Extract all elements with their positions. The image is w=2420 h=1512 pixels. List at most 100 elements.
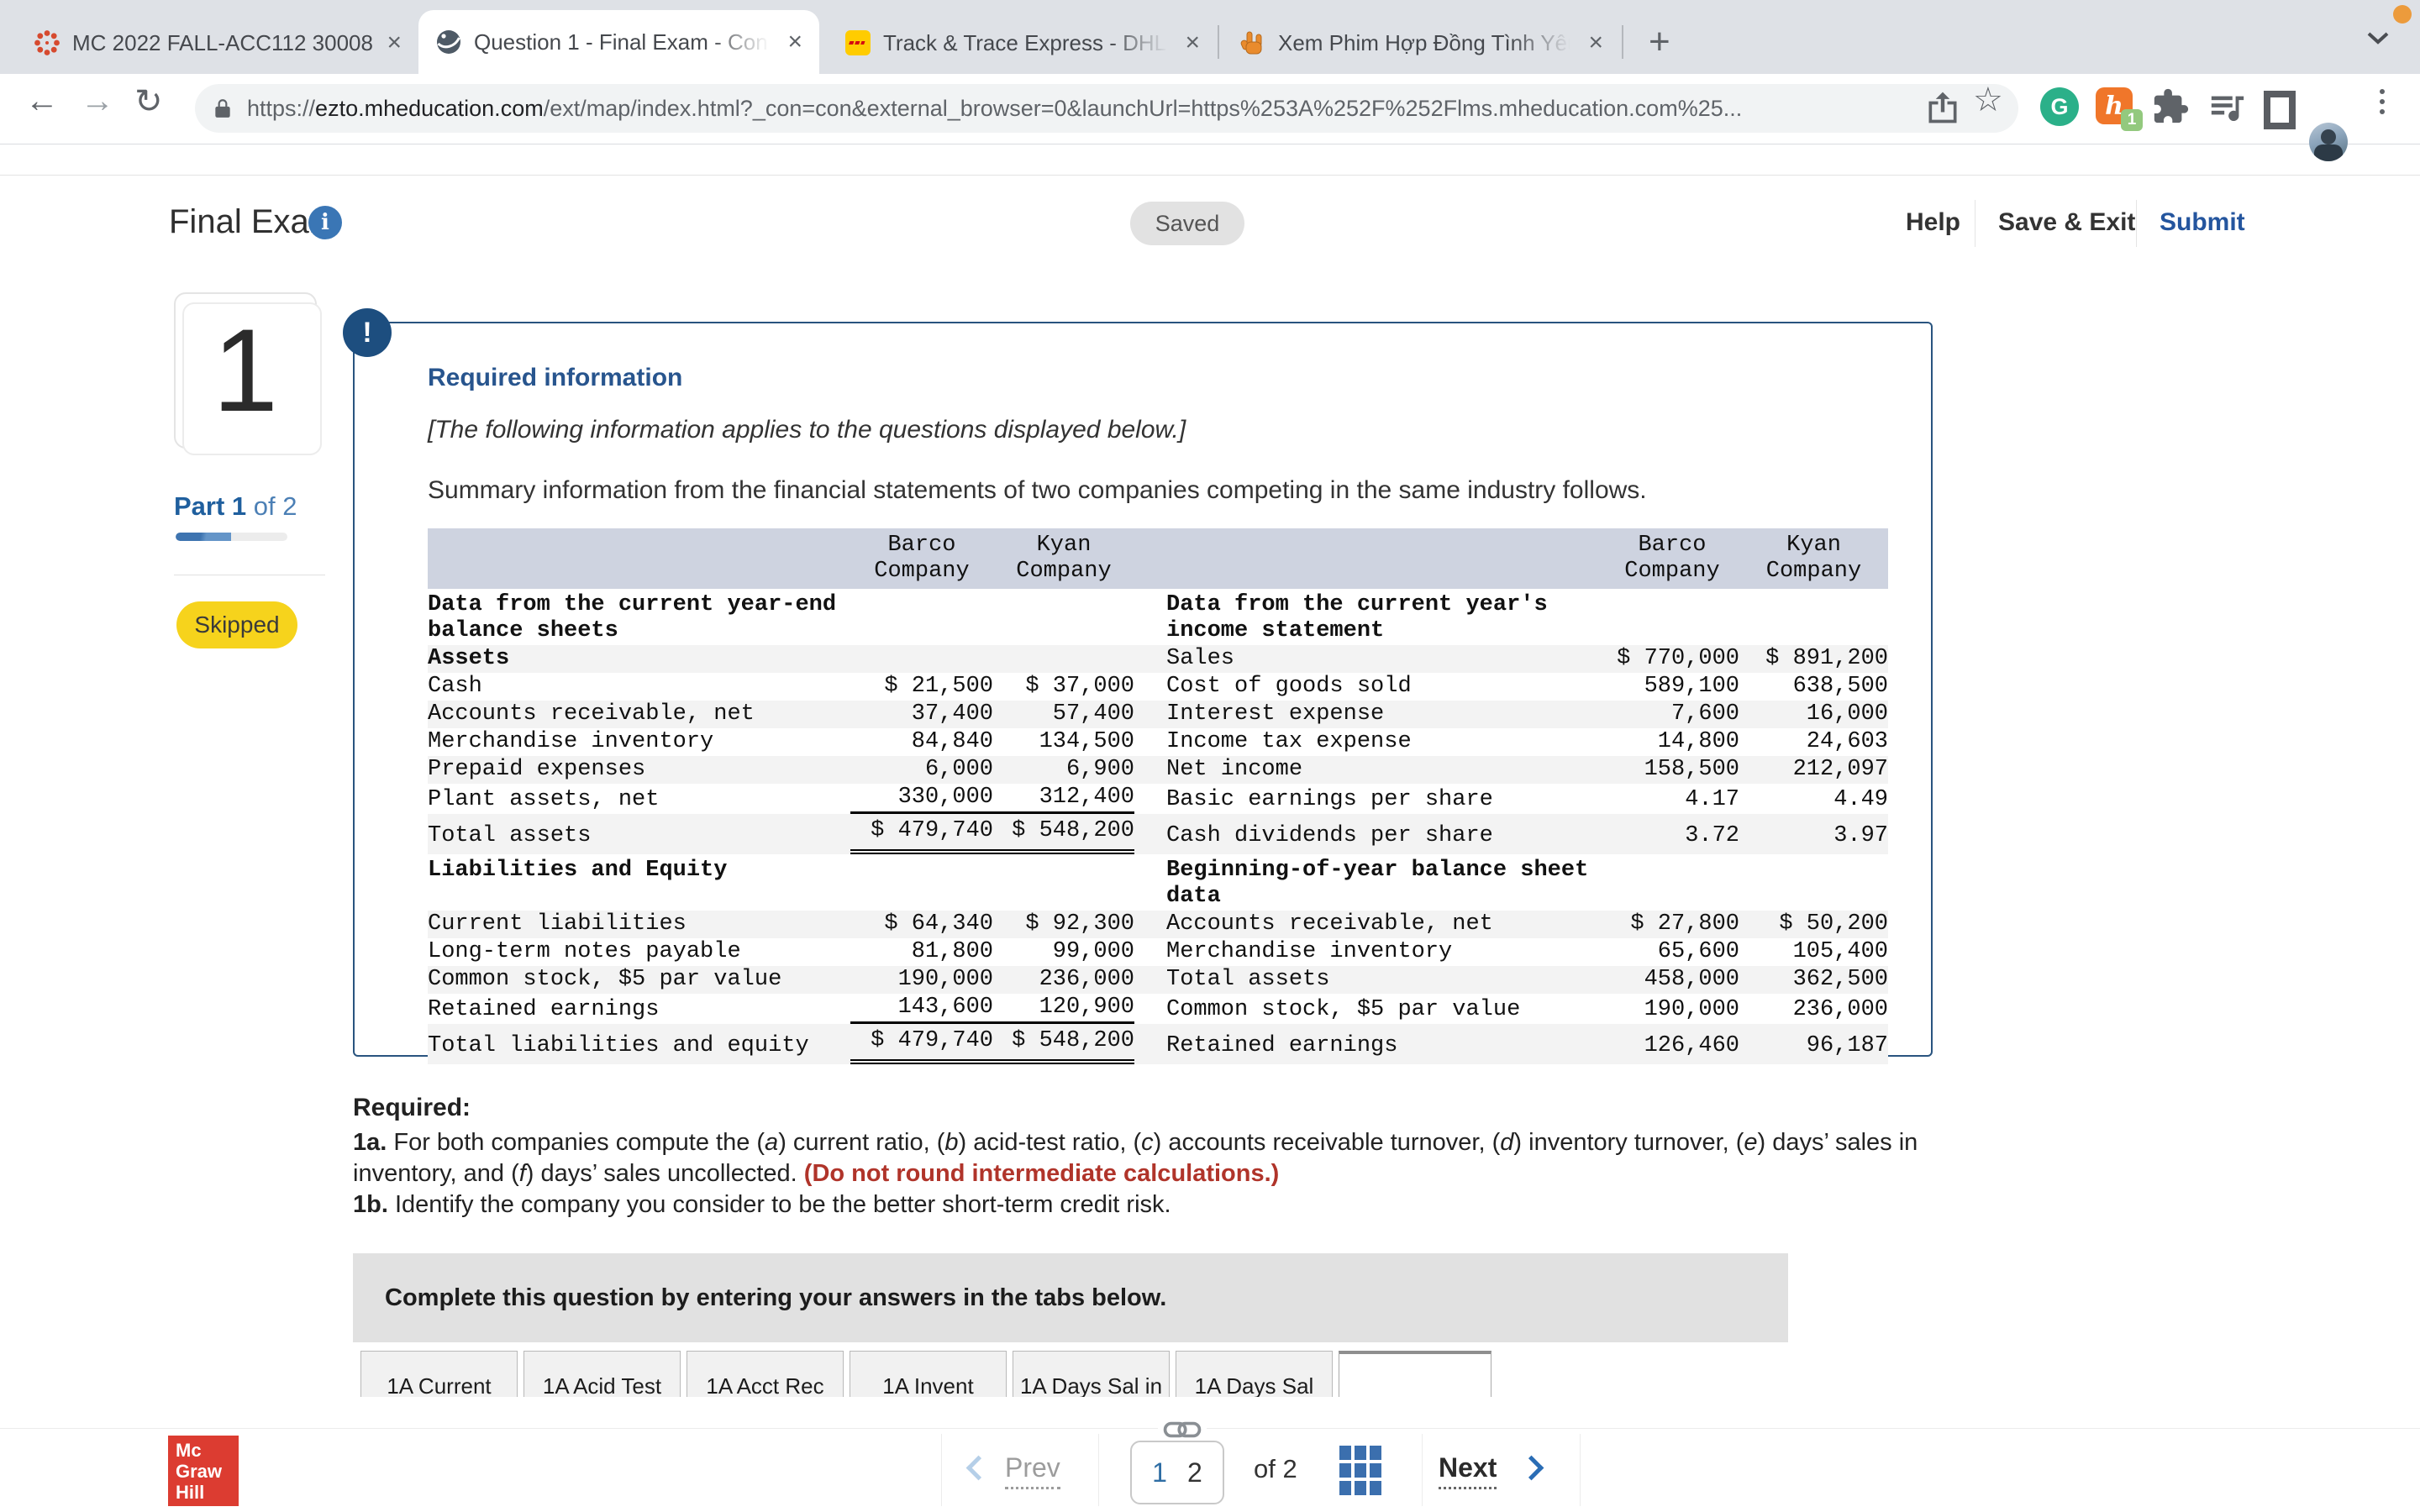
tab-title: Xem Phim Hợp Đồng Tình Yêu <box>1278 30 1576 56</box>
table-row: Common stock, $5 par value 190,000 236,0… <box>428 966 1888 994</box>
kyan-value: $ 92,300 <box>993 911 1134 938</box>
barco-value: 330,000 <box>850 784 993 814</box>
kyan-value: $ 548,200 <box>993 1024 1134 1064</box>
column-header: BarcoCompany <box>850 532 993 585</box>
row-label-left: Data from the current year-end balance s… <box>428 591 850 645</box>
save-and-exit-button[interactable]: Save & Exit <box>1998 208 2135 237</box>
kyan-value: 362,500 <box>1739 966 1888 994</box>
close-tab-icon[interactable]: × <box>1588 30 1603 55</box>
browser-tab-canvas[interactable]: MC 2022 FALL-ACC112 30008 × <box>17 12 418 74</box>
barco-value <box>1605 857 1739 858</box>
page-selector[interactable]: 1 2 <box>1130 1441 1224 1504</box>
answer-tab[interactable]: 1A Current <box>360 1351 518 1397</box>
playlist-extension-icon[interactable] <box>2208 91 2247 124</box>
kyan-value: 638,500 <box>1739 673 1888 701</box>
page-divider <box>0 175 2420 176</box>
close-tab-icon[interactable]: × <box>1185 30 1200 55</box>
kyan-value: $ 548,200 <box>993 814 1134 854</box>
row-label-left: Prepaid expenses <box>428 756 850 784</box>
row-label-right: Accounts receivable, net <box>1134 911 1605 938</box>
answer-tab-bar: 1A Current1A Acid Test1A Acct Rec1A Inve… <box>360 1351 1957 1397</box>
kyan-value: 120,900 <box>993 994 1134 1024</box>
bookmark-star-icon[interactable]: ☆ <box>1973 81 2003 119</box>
page-2[interactable]: 2 <box>1187 1457 1202 1488</box>
row-label-left: Total assets <box>428 819 850 854</box>
barco-value: 81,800 <box>850 938 993 966</box>
extensions-puzzle-icon[interactable] <box>2151 87 2190 126</box>
answer-tab[interactable]: 1A Days Sal in <box>1013 1351 1170 1397</box>
back-icon[interactable]: ← <box>25 82 59 120</box>
logo-line: Mc <box>176 1440 239 1461</box>
share-icon[interactable] <box>1924 86 1961 129</box>
part-total: of 2 <box>246 491 297 521</box>
answer-tab[interactable]: 1A Days Sal <box>1176 1351 1333 1397</box>
barco-value: 158,500 <box>1605 756 1739 784</box>
prev-button[interactable]: Prev <box>1005 1452 1060 1489</box>
address-bar[interactable]: https://ezto.mheducation.com/ext/map/ind… <box>195 84 2018 133</box>
next-button[interactable]: Next <box>1439 1452 1497 1489</box>
browser-tab-question-active[interactable]: Question 1 - Final Exam - Conn × <box>418 10 819 74</box>
saved-status-badge: Saved <box>1130 202 1244 245</box>
lock-icon <box>212 96 234 121</box>
forward-icon[interactable]: → <box>81 82 114 120</box>
help-button[interactable]: Help <box>1906 208 1960 237</box>
info-icon[interactable]: i <box>308 206 342 239</box>
reload-icon[interactable]: ↻ <box>134 82 163 121</box>
table-row: Long-term notes payable 81,800 99,000 Me… <box>428 938 1888 966</box>
row-label-left: Assets <box>428 645 850 673</box>
grammarly-extension-icon[interactable]: G <box>2040 87 2079 126</box>
close-tab-icon[interactable]: × <box>787 29 802 55</box>
row-label-right: Interest expense <box>1134 701 1605 728</box>
close-tab-icon[interactable]: × <box>387 30 402 55</box>
question-grid-icon[interactable] <box>1339 1446 1381 1495</box>
profile-avatar[interactable] <box>2309 123 2348 161</box>
barco-value: $ 21,500 <box>850 673 993 701</box>
question-number: 1 <box>213 302 278 438</box>
kyan-value <box>993 591 1134 593</box>
answer-tab[interactable]: 1A Acct Rec <box>687 1351 844 1397</box>
row-label-left: Cash <box>428 673 850 701</box>
column-header: BarcoCompany <box>1605 532 1739 585</box>
question-number-card[interactable]: 1 <box>174 292 317 449</box>
answer-tab[interactable]: 1A Acid Test <box>523 1351 681 1397</box>
barco-value: $ 27,800 <box>1605 911 1739 938</box>
browser-tab-movie[interactable]: Xem Phim Hợp Đồng Tình Yêu × <box>1223 12 1620 74</box>
tab-search-chevron-icon[interactable] <box>2366 30 2390 45</box>
answer-tab-active[interactable] <box>1339 1351 1491 1397</box>
url-path: /ext/map/index.html?_con=con&external_br… <box>544 96 1743 121</box>
alert-badge-icon: ! <box>343 308 392 357</box>
instruction-banner: Complete this question by entering your … <box>353 1253 1788 1342</box>
kyan-value: 3.97 <box>1739 819 1888 854</box>
row-label-right: Data from the current year's income stat… <box>1134 591 1605 645</box>
browser-menu-icon[interactable] <box>2380 89 2385 114</box>
barco-value: 126,460 <box>1605 1029 1739 1064</box>
barco-value: $ 770,000 <box>1605 645 1739 673</box>
url-domain: ezto.mheducation.com <box>315 96 544 121</box>
table-row: Prepaid expenses 6,000 6,900 Net income … <box>428 756 1888 784</box>
hand-emoji-icon <box>1239 29 1266 56</box>
kyan-value: 212,097 <box>1739 756 1888 784</box>
kyan-value: 99,000 <box>993 938 1134 966</box>
footer-separator <box>1580 1434 1581 1506</box>
kyan-value: 134,500 <box>993 728 1134 756</box>
barco-value: 37,400 <box>850 701 993 728</box>
row-label-right: Net income <box>1134 756 1605 784</box>
browser-tab-dhl[interactable]: Track & Trace Express - DHL - × <box>828 12 1217 74</box>
table-row: Cash $ 21,500 $ 37,000 Cost of goods sol… <box>428 673 1888 701</box>
reader-extension-icon[interactable] <box>2264 91 2296 129</box>
kyan-value <box>1739 591 1888 593</box>
new-tab-button[interactable]: + <box>1649 24 1670 60</box>
row-label-right: Cost of goods sold <box>1134 673 1605 701</box>
applies-note: [The following information applies to th… <box>428 416 1186 444</box>
submit-button[interactable]: Submit <box>2160 208 2245 237</box>
honey-extension-icon[interactable]: h1 <box>2096 87 2133 124</box>
tab-separator <box>1622 25 1623 59</box>
column-header: KyanCompany <box>1739 532 1888 585</box>
barco-value <box>1605 591 1739 593</box>
page-1[interactable]: 1 <box>1152 1457 1167 1488</box>
browser-tab-strip: MC 2022 FALL-ACC112 30008 × Question 1 -… <box>0 0 2420 74</box>
dhl-icon <box>844 29 871 56</box>
barco-value: 143,600 <box>850 994 993 1024</box>
answer-tab[interactable]: 1A Invent <box>850 1351 1007 1397</box>
required-item: 1b. Identify the company you consider to… <box>353 1189 1933 1221</box>
